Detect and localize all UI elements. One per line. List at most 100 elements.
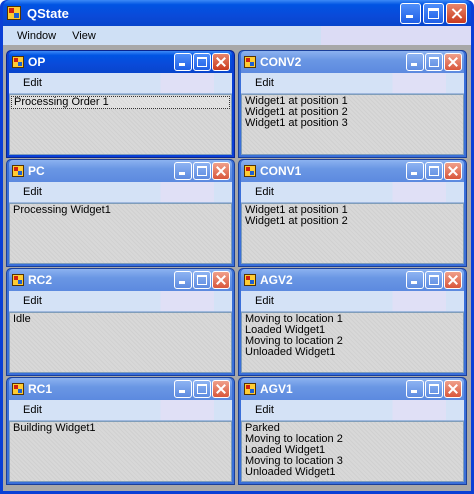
close-button[interactable]: [212, 271, 230, 289]
maximize-button[interactable]: [193, 162, 211, 180]
list-item[interactable]: Widget1 at position 3: [243, 118, 462, 129]
list-item[interactable]: Unloaded Widget1: [243, 347, 462, 358]
child-window-controls: [174, 380, 230, 398]
main-title-bar[interactable]: QState: [3, 0, 471, 26]
maximize-button[interactable]: [425, 380, 443, 398]
maximize-icon: [429, 166, 439, 176]
menu-edit[interactable]: Edit: [249, 76, 280, 90]
close-button[interactable]: [212, 162, 230, 180]
state-list[interactable]: Moving to location 1 Loaded Widget1 Moving…: [241, 312, 464, 373]
minimize-button[interactable]: [406, 162, 424, 180]
child-window-conv2[interactable]: CONV2 Edit Widget1 at position 1 Widget1 …: [238, 50, 467, 158]
child-menubar: Edit: [9, 400, 232, 421]
minimize-icon: [179, 63, 185, 66]
maximize-button[interactable]: [193, 380, 211, 398]
maximize-button[interactable]: [193, 271, 211, 289]
maximize-icon: [197, 384, 207, 394]
app-icon[interactable]: [244, 383, 256, 395]
list-item[interactable]: Unloaded Widget1: [243, 467, 462, 478]
maximize-button[interactable]: [425, 271, 443, 289]
close-icon: [213, 54, 229, 70]
minimize-button[interactable]: [174, 53, 192, 71]
menu-edit[interactable]: Edit: [17, 76, 48, 90]
app-icon[interactable]: [12, 165, 24, 177]
close-button[interactable]: [444, 380, 462, 398]
close-icon: [445, 272, 461, 288]
state-list[interactable]: Processing Order 1: [9, 94, 232, 155]
minimize-icon: [179, 390, 185, 393]
child-title-bar[interactable]: OP: [9, 51, 232, 73]
list-item[interactable]: Processing Order 1: [11, 96, 230, 109]
minimize-icon: [411, 390, 417, 393]
maximize-button[interactable]: [193, 53, 211, 71]
main-menubar: Window View: [3, 26, 471, 45]
list-item[interactable]: Processing Widget1: [11, 205, 230, 216]
child-title-bar[interactable]: AGV2: [241, 269, 464, 291]
child-menubar: Edit: [241, 400, 464, 421]
child-title-bar[interactable]: RC2: [9, 269, 232, 291]
minimize-button[interactable]: [174, 271, 192, 289]
close-button[interactable]: [444, 271, 462, 289]
maximize-icon: [429, 275, 439, 285]
close-button[interactable]: [444, 162, 462, 180]
app-icon[interactable]: [244, 165, 256, 177]
child-window-controls: [406, 271, 462, 289]
close-button[interactable]: [446, 3, 467, 24]
app-icon[interactable]: [12, 56, 24, 68]
child-window-agv2[interactable]: AGV2 Edit Moving to location 1 Loaded Wid…: [238, 268, 467, 376]
menu-edit[interactable]: Edit: [249, 403, 280, 417]
menu-view[interactable]: View: [64, 28, 104, 44]
child-window-rc1[interactable]: RC1 Edit Building Widget1: [6, 377, 235, 485]
menu-edit[interactable]: Edit: [17, 294, 48, 308]
close-button[interactable]: [212, 380, 230, 398]
child-window-title: RC1: [28, 382, 53, 396]
maximize-icon: [197, 275, 207, 285]
menu-edit[interactable]: Edit: [249, 185, 280, 199]
state-list[interactable]: Widget1 at position 1 Widget1 at position…: [241, 94, 464, 155]
app-icon[interactable]: [12, 274, 24, 286]
child-title-bar[interactable]: PC: [9, 160, 232, 182]
child-window-pc[interactable]: PC Edit Processing Widget1: [6, 159, 235, 267]
minimize-button[interactable]: [406, 271, 424, 289]
minimize-icon: [406, 15, 413, 18]
minimize-button[interactable]: [174, 380, 192, 398]
state-list[interactable]: Building Widget1: [9, 421, 232, 482]
state-list[interactable]: Idle: [9, 312, 232, 373]
menu-edit[interactable]: Edit: [17, 185, 48, 199]
list-item[interactable]: Idle: [11, 314, 230, 325]
child-window-rc2[interactable]: RC2 Edit Idle: [6, 268, 235, 376]
app-title: QState: [27, 5, 69, 21]
close-button[interactable]: [212, 53, 230, 71]
minimize-button[interactable]: [406, 53, 424, 71]
state-list[interactable]: Processing Widget1: [9, 203, 232, 264]
app-icon[interactable]: [244, 274, 256, 286]
minimize-button[interactable]: [400, 3, 421, 24]
app-icon[interactable]: [12, 383, 24, 395]
minimize-button[interactable]: [174, 162, 192, 180]
child-title-bar[interactable]: RC1: [9, 378, 232, 400]
maximize-button[interactable]: [423, 3, 444, 24]
child-title-bar[interactable]: CONV1: [241, 160, 464, 182]
child-menubar: Edit: [241, 73, 464, 94]
child-window-conv1[interactable]: CONV1 Edit Widget1 at position 1 Widget1 …: [238, 159, 467, 267]
maximize-button[interactable]: [425, 162, 443, 180]
menu-edit[interactable]: Edit: [17, 403, 48, 417]
list-item[interactable]: Widget1 at position 2: [243, 216, 462, 227]
child-window-title: PC: [28, 164, 45, 178]
child-window-op[interactable]: OP Edit Processing Order 1: [6, 50, 235, 158]
list-item[interactable]: Building Widget1: [11, 423, 230, 434]
close-button[interactable]: [444, 53, 462, 71]
minimize-button[interactable]: [406, 380, 424, 398]
app-icon[interactable]: [7, 6, 21, 20]
app-icon[interactable]: [244, 56, 256, 68]
child-window-agv1[interactable]: AGV1 Edit Parked Moving to location 2 Load…: [238, 377, 467, 485]
menu-edit[interactable]: Edit: [249, 294, 280, 308]
child-window-title: AGV1: [260, 382, 293, 396]
state-list[interactable]: Parked Moving to location 2 Loaded Widget1…: [241, 421, 464, 482]
maximize-button[interactable]: [425, 53, 443, 71]
child-title-bar[interactable]: CONV2: [241, 51, 464, 73]
menu-window[interactable]: Window: [9, 28, 64, 44]
child-title-bar[interactable]: AGV1: [241, 378, 464, 400]
maximize-icon: [429, 57, 439, 67]
state-list[interactable]: Widget1 at position 1 Widget1 at position…: [241, 203, 464, 264]
